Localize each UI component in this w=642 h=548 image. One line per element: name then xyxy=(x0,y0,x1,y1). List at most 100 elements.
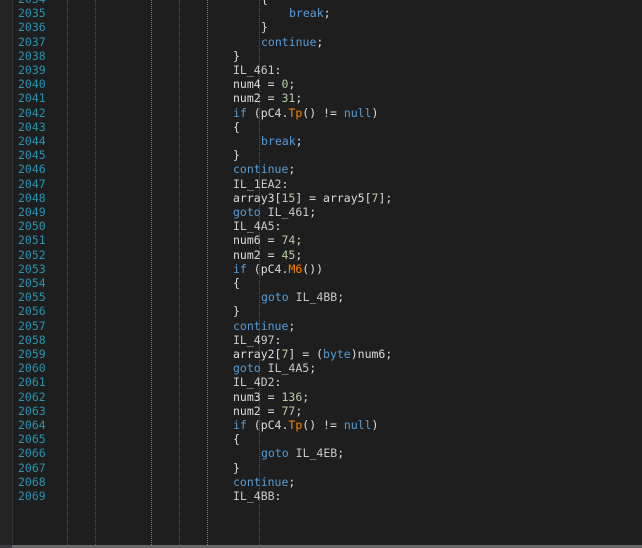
code-line[interactable]: num2 = 45; xyxy=(233,248,302,262)
code-token: } xyxy=(261,20,268,35)
code-token: continue xyxy=(261,34,317,49)
code-line[interactable]: num2 = 31; xyxy=(233,91,302,105)
code-token: : xyxy=(274,489,282,503)
code-line[interactable]: } xyxy=(261,20,268,34)
code-token: ; xyxy=(309,205,317,219)
code-line[interactable]: num2 = 77; xyxy=(233,404,302,418)
code-token: ; xyxy=(316,34,324,49)
code-line[interactable]: goto IL_4BB; xyxy=(261,290,344,304)
code-token: } xyxy=(233,48,240,63)
code-line[interactable]: } xyxy=(233,461,240,475)
code-token: array3[ xyxy=(233,190,282,205)
code-token: { xyxy=(261,0,268,6)
code-token: { xyxy=(233,432,240,447)
code-token: ; xyxy=(295,233,303,248)
code-token: : xyxy=(274,375,282,390)
code-line[interactable]: if (pC4.Tp() != null) xyxy=(233,418,378,432)
code-token: IL_461 xyxy=(233,63,275,77)
code-token: break xyxy=(289,6,324,21)
line-number: 2065 xyxy=(18,432,46,447)
code-token: : xyxy=(274,219,282,234)
code-line[interactable]: array3[15] = array5[7]; xyxy=(233,191,392,205)
code-token: () != xyxy=(302,418,344,432)
code-line[interactable]: continue; xyxy=(233,162,295,176)
code-line[interactable]: num3 = 136; xyxy=(233,390,309,404)
code-token: ; xyxy=(323,6,331,21)
code-line[interactable]: goto IL_461; xyxy=(233,205,316,219)
code-line[interactable]: IL_4BB: xyxy=(233,489,281,503)
line-number: 2041 xyxy=(18,91,46,106)
line-number: 2062 xyxy=(18,389,46,404)
code-token: continue xyxy=(233,474,289,489)
code-line[interactable]: } xyxy=(233,49,240,63)
code-line[interactable]: IL_497: xyxy=(233,333,281,347)
code-line[interactable]: break; xyxy=(289,6,331,20)
code-line[interactable]: goto IL_4EB; xyxy=(261,446,344,460)
code-line[interactable]: num4 = 0; xyxy=(233,77,295,91)
line-number: 2045 xyxy=(18,148,46,163)
code-line[interactable]: IL_4D2: xyxy=(233,375,281,389)
code-token: IL_461 xyxy=(267,205,310,219)
code-token: num3 = xyxy=(233,389,282,404)
code-line[interactable]: if (pC4.Tp() != null) xyxy=(233,106,378,120)
code-token: IL_4A5 xyxy=(267,361,310,376)
line-number: 2054 xyxy=(18,276,46,290)
code-token: ; xyxy=(337,290,345,305)
code-area[interactable]: {break;}continue;}IL_461:num4 = 0;num2 =… xyxy=(62,0,642,545)
code-token: : xyxy=(274,332,282,347)
code-line[interactable]: continue; xyxy=(233,319,295,333)
code-token: if xyxy=(233,261,247,276)
code-line[interactable]: { xyxy=(233,120,240,134)
code-token: continue xyxy=(233,162,289,177)
code-editor[interactable]: 2034203520362037203820392040204120422043… xyxy=(0,0,642,545)
code-token: ] = ( xyxy=(288,347,324,361)
line-number: 2056 xyxy=(18,304,46,319)
code-line[interactable]: array2[7] = (byte)num6; xyxy=(233,347,392,361)
code-line[interactable]: { xyxy=(233,276,240,290)
indent-guide xyxy=(179,0,180,545)
code-line[interactable]: if (pC4.M6()) xyxy=(233,262,323,276)
code-token: 74 xyxy=(281,233,296,248)
code-token: goto xyxy=(233,205,261,219)
line-number: 2046 xyxy=(18,162,46,177)
code-line[interactable]: IL_4A5: xyxy=(233,219,281,233)
code-line[interactable]: break; xyxy=(261,134,303,148)
code-line[interactable]: continue; xyxy=(261,35,323,49)
code-line[interactable]: IL_461: xyxy=(233,63,281,77)
line-number: 2051 xyxy=(18,233,46,248)
code-line[interactable]: } xyxy=(233,304,240,318)
line-number: 2066 xyxy=(18,446,46,461)
indent-guide xyxy=(207,0,208,545)
code-token: goto xyxy=(261,290,289,305)
line-number: 2049 xyxy=(18,205,46,219)
code-token: 136 xyxy=(281,389,303,404)
code-token: ; xyxy=(295,403,303,418)
code-token: } xyxy=(233,304,240,319)
line-number: 2061 xyxy=(18,375,46,390)
line-number: 2055 xyxy=(18,290,46,305)
code-line[interactable]: { xyxy=(233,432,240,446)
line-number: 2034 xyxy=(18,0,46,6)
code-token: if xyxy=(233,418,247,432)
code-token: ) xyxy=(371,105,379,120)
code-token: goto xyxy=(261,446,289,461)
code-line[interactable]: goto IL_4A5; xyxy=(233,361,316,375)
code-line[interactable]: } xyxy=(233,148,240,162)
line-number: 2043 xyxy=(18,119,46,134)
code-token: goto xyxy=(233,361,261,376)
line-number: 2060 xyxy=(18,361,46,376)
code-token: num2 = xyxy=(233,91,282,106)
line-number: 2067 xyxy=(18,460,46,475)
line-number: 2047 xyxy=(18,176,46,191)
code-line[interactable]: IL_1EA2: xyxy=(233,177,288,191)
code-token: ; xyxy=(295,134,303,148)
code-token: { xyxy=(233,276,240,290)
code-line[interactable]: { xyxy=(261,0,268,6)
line-number: 2050 xyxy=(18,219,46,234)
code-line[interactable]: num6 = 74; xyxy=(233,233,302,247)
code-token: num6 = xyxy=(233,233,282,248)
code-line[interactable]: continue; xyxy=(233,475,295,489)
